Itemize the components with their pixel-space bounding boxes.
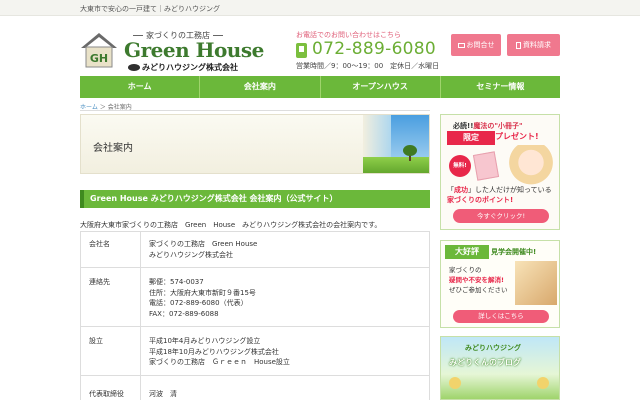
banner-limited-label: 限定 <box>447 131 495 145</box>
document-request-label: 資料請求 <box>523 41 551 49</box>
banner-header: 大好評 見学会開催中! <box>445 245 557 259</box>
logo-badge-text: GH <box>90 52 108 65</box>
table-value-line: 家づくりの工務店 Ｇｒｅｅｎ House設立 <box>149 358 290 366</box>
banner-must-read: 必読!!魔法の"小冊子" <box>453 121 523 131</box>
copy-quote-open: 「 <box>447 186 454 194</box>
table-value-line: 家づくりの工務店 Green House <box>149 240 258 248</box>
document-icon <box>516 41 521 49</box>
table-value-line: 郵便：574-0037 <box>149 278 204 286</box>
page: 大東市で安心の一戸建て｜みどりハウジング GH 家づくりの工務店 Green H… <box>0 0 640 400</box>
table-row: 設立 平成10年4月みどりハウジング設立 平成18年10月みどりハウジング株式会… <box>80 326 430 376</box>
phone-number[interactable]: 072-889-6080 <box>312 39 436 59</box>
banner-copy-line2: 家づくりのポイント! <box>447 195 552 205</box>
site-logo[interactable]: GH 家づくりの工務店 Green House みどりハウジング株式会社 <box>80 30 264 73</box>
business-hours: 営業時間／9：00～19：00 定休日／水曜日 <box>296 62 440 70</box>
envelope-icon <box>457 42 465 48</box>
table-label: 設立 <box>80 326 141 376</box>
table-row: 会社名 家づくりの工務店 Green House みどりハウジング株式会社 <box>80 231 430 268</box>
banner-copy-line1: 「成功」した人だけが知っている <box>447 185 552 195</box>
table-label: 代表取締役 <box>80 374 141 400</box>
booklet-icon <box>472 151 500 181</box>
open-house-highlight: 疑問や不安を解消! <box>449 276 504 284</box>
global-nav: ホーム 会社案内 オープンハウス セミナー情報 <box>80 76 560 98</box>
blog-brand: みどりハウジング <box>465 344 521 352</box>
mascot-icon <box>537 377 549 389</box>
tree-icon <box>403 145 417 156</box>
copy-rest: 」した人だけが知っている <box>468 186 552 194</box>
nav-item-home[interactable]: ホーム <box>80 76 201 98</box>
open-house-line3: ぜひご参加ください <box>449 286 508 294</box>
table-value-line: 住所：大阪府大東市新町９番15号 <box>149 288 256 297</box>
top-bar-text: 大東市で安心の一戸建て｜みどりハウジング <box>80 5 220 13</box>
free-booklet-banner[interactable]: 必読!!魔法の"小冊子" 限定 プレゼント! 無料! 「成功」した人だけが知って… <box>440 114 560 230</box>
banner-copy: 「成功」した人だけが知っている 家づくりのポイント! <box>447 185 552 205</box>
house-interior-image <box>515 261 557 305</box>
open-house-label: 見学会開催中! <box>491 248 537 256</box>
page-hero: 会社案内 <box>80 114 430 174</box>
logo-company-text: みどりハウジング株式会社 <box>142 63 238 72</box>
phone-icon <box>296 43 307 58</box>
open-house-line1: 家づくりの <box>449 266 482 274</box>
table-value: 平成10年4月みどりハウジング設立 平成18年10月みどりハウジング株式会社 家… <box>140 326 430 376</box>
page-title: 会社案内 <box>93 143 133 154</box>
leaf-icon <box>128 64 140 71</box>
open-house-line2: 疑問や不安を解消! <box>449 275 508 285</box>
inquiry-button-label: お問合せ <box>466 41 495 49</box>
table-value-line: FAX：072-889-6088 <box>149 309 219 318</box>
table-label: 会社名 <box>80 231 141 268</box>
house-logo-icon: GH <box>81 33 117 68</box>
blog-title: みどりくんのブログ <box>449 358 521 367</box>
banner-present-label: プレゼント! <box>495 132 539 141</box>
free-burst-icon: 無料! <box>449 155 471 177</box>
table-value-line: 河波 清 <box>149 389 177 398</box>
table-value-line: 電話：072-889-6080（代表） <box>149 299 248 307</box>
document-request-button[interactable]: 資料請求 <box>507 34 560 56</box>
click-now-button[interactable]: 今すぐクリック! <box>453 209 549 223</box>
table-value-line: 平成18年10月みどりハウジング株式会社 <box>149 347 279 356</box>
copy-highlight: 成功 <box>454 186 468 194</box>
table-value: 家づくりの工務店 Green House みどりハウジング株式会社 <box>140 231 430 268</box>
table-label: 連絡先 <box>80 267 141 327</box>
table-value: 河波 清 <box>140 374 430 400</box>
nav-item-seminar[interactable]: セミナー情報 <box>441 76 560 98</box>
details-button[interactable]: 詳しくはこちら <box>453 310 549 323</box>
company-info-table: 会社名 家づくりの工務店 Green House みどりハウジング株式会社 連絡… <box>80 231 430 400</box>
inquiry-button[interactable]: お問合せ <box>451 34 501 56</box>
logo-company: みどりハウジング株式会社 <box>128 62 238 73</box>
must-read-prefix: 必読!! <box>453 122 474 130</box>
phone-contact: お電話でのお問い合わせはこちら 072-889-6080 営業時間／9：00～1… <box>296 30 446 74</box>
popular-badge: 大好評 <box>445 245 489 259</box>
must-read-highlight: 魔法の"小冊子" <box>473 122 523 130</box>
logo-name: Green House <box>124 38 264 62</box>
table-value-line: みどりハウジング株式会社 <box>149 250 233 259</box>
nav-item-openhouse[interactable]: オープンハウス <box>321 76 441 98</box>
table-value-line: 平成10年4月みどりハウジング設立 <box>149 337 261 345</box>
top-bar: 大東市で安心の一戸建て｜みどりハウジング <box>0 0 640 16</box>
breadcrumb-divider <box>80 110 430 111</box>
open-house-text: 家づくりの 疑問や不安を解消! ぜひご参加ください <box>449 265 508 295</box>
copy-points: 家づくりのポイント! <box>447 196 514 204</box>
hero-grass <box>363 157 429 173</box>
blog-banner[interactable]: みどりハウジング みどりくんのブログ <box>440 336 560 400</box>
nav-item-company[interactable]: 会社案内 <box>200 76 321 98</box>
open-house-banner[interactable]: 大好評 見学会開催中! 家づくりの 疑問や不安を解消! ぜひご参加ください 詳し… <box>440 240 560 328</box>
table-row: 代表取締役 河波 清 <box>80 374 430 400</box>
section-intro: 大阪府大東市家づくりの工務店 Green House みどりハウジング株式会社の… <box>80 221 382 229</box>
mascot-icon <box>449 377 461 389</box>
table-value: 郵便：574-0037 住所：大阪府大東市新町９番15号 電話：072-889-… <box>140 267 430 327</box>
table-row: 連絡先 郵便：574-0037 住所：大阪府大東市新町９番15号 電話：072-… <box>80 267 430 327</box>
section-heading: Green House みどりハウジング株式会社 会社案内（公式サイト） <box>80 190 430 208</box>
